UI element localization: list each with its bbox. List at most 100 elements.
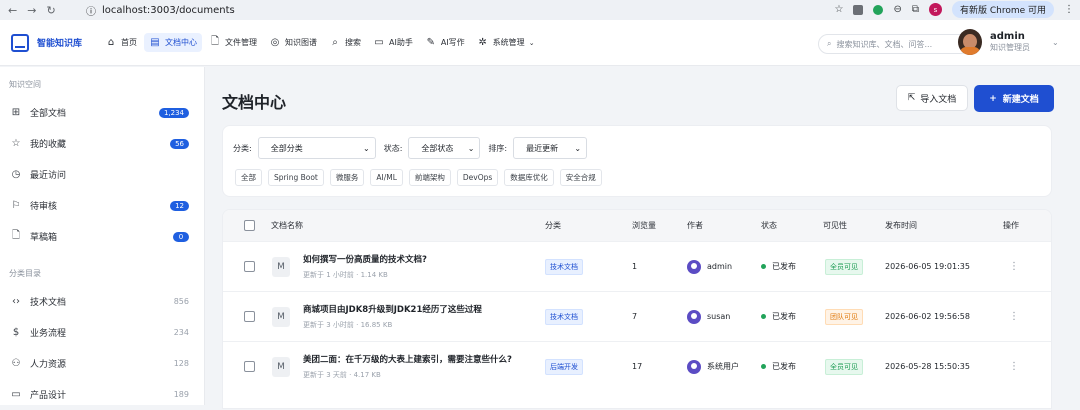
home-icon: ⌂ xyxy=(107,37,115,48)
nav-system[interactable]: ✲ 系统管理 ⌄ xyxy=(472,33,540,52)
doc-title[interactable]: 商城项目由JDK8升级到JDK21经历了这些过程 xyxy=(303,303,482,315)
row-checkbox[interactable] xyxy=(244,311,255,322)
extensions-puzzle-icon[interactable]: ⧉ xyxy=(912,4,919,15)
status-dot xyxy=(761,264,766,269)
status-select[interactable]: 全部状态 ⌄ xyxy=(408,137,481,159)
user-menu[interactable]: admin 知识管理员 ⌄ xyxy=(958,29,1059,55)
sidebar-item-pending-review[interactable]: ⚐ 待审核 12 xyxy=(0,190,204,221)
sidebar-item-favorites[interactable]: ☆ 我的收藏 56 xyxy=(0,128,204,159)
tag-chip[interactable]: 安全合规 xyxy=(559,169,602,186)
status-text: 已发布 xyxy=(772,312,796,321)
col-published[interactable]: 发布时间 xyxy=(885,210,917,241)
table-row[interactable]: M 商城项目由JDK8升级到JDK21经历了这些过程 更新于 3 小时前 · 1… xyxy=(223,291,1051,341)
tag-chip[interactable]: 前端架构 xyxy=(408,169,451,186)
chevron-down-icon: ⌄ xyxy=(574,143,582,153)
nav-ai-assistant[interactable]: ▭ AI助手 xyxy=(368,33,418,52)
markdown-file-icon: M xyxy=(272,356,290,377)
row-checkbox[interactable] xyxy=(244,261,255,272)
col-author[interactable]: 作者 xyxy=(687,210,703,241)
extension-icon[interactable]: ⊖ xyxy=(893,4,901,15)
row-checkbox[interactable] xyxy=(244,361,255,372)
nav-knowledge-graph[interactable]: ◎ 知识图谱 xyxy=(264,33,322,52)
visibility-badge: 团队可见 xyxy=(825,308,863,325)
category-tag: 后端开发 xyxy=(545,358,583,375)
user-name: admin xyxy=(990,31,1025,42)
doc-size: 16.85 KB xyxy=(360,321,393,329)
doc-title[interactable]: 如何撰写一份高质量的技术文档? xyxy=(303,253,427,265)
nav-files[interactable]: 🗋 文件管理 xyxy=(204,30,262,55)
search-placeholder: 搜索知识库、文档、问答... xyxy=(836,39,933,49)
import-icon: ⇱ xyxy=(907,93,916,103)
global-search-input[interactable]: ⌕ 搜索知识库、文档、问答... xyxy=(818,34,970,54)
sort-select[interactable]: 最近更新 ⌄ xyxy=(513,137,588,159)
reload-icon[interactable]: ↻ xyxy=(46,4,55,17)
col-name[interactable]: 文档名称 xyxy=(271,210,303,241)
chrome-update-button[interactable]: 有新版 Chrome 可用 xyxy=(951,1,1054,18)
forward-icon[interactable]: → xyxy=(27,4,36,17)
visibility-badge: 全员可见 xyxy=(825,358,863,375)
plus-icon: + xyxy=(989,93,997,104)
sidebar-item-recent[interactable]: ◷ 最近访问 xyxy=(0,159,204,190)
site-info-icon[interactable]: ⓘ xyxy=(86,3,96,18)
category-tag: 技术文档 xyxy=(545,258,583,275)
status-filter-label: 状态: xyxy=(383,143,403,153)
nav-home[interactable]: ⌂ 首页 xyxy=(100,33,142,52)
table-row[interactable]: M 如何撰写一份高质量的技术文档? 更新于 1 小时前 · 1.14 KB 技术… xyxy=(223,241,1051,291)
sidebar-item-product[interactable]: ▭ 产品设计 189 xyxy=(0,379,204,410)
bookmark-icon: ⚐ xyxy=(11,200,21,211)
import-button[interactable]: ⇱ 导入文档 xyxy=(896,85,968,111)
bookmark-star-icon[interactable]: ☆ xyxy=(834,4,843,15)
sidebar-item-drafts[interactable]: 🗋 草稿箱 0 xyxy=(0,221,204,252)
nav-documents[interactable]: ▤ 文档中心 xyxy=(144,33,202,52)
col-category[interactable]: 分类 xyxy=(545,210,561,241)
chevron-down-icon: ⌄ xyxy=(528,38,535,47)
back-icon[interactable]: ← xyxy=(8,4,17,17)
sidebar-item-all-docs[interactable]: ⊞ 全部文档 1,234 xyxy=(0,97,204,128)
tag-chip[interactable]: 数据库优化 xyxy=(504,169,554,186)
markdown-file-icon: M xyxy=(272,306,290,327)
app-name: 智能知识库 xyxy=(37,39,83,49)
publish-time: 2026-06-02 19:56:58 xyxy=(885,312,970,321)
col-views[interactable]: 浏览量 xyxy=(632,210,656,241)
doc-title[interactable]: 美团二面：在千万级的大表上建索引，需要注意些什么? xyxy=(303,353,512,365)
status-text: 已发布 xyxy=(772,362,796,371)
select-all-checkbox[interactable] xyxy=(244,220,255,231)
pen-icon: ✎ xyxy=(426,37,436,48)
tag-chip[interactable]: AI/ML xyxy=(370,169,403,186)
more-actions-icon[interactable]: ⋮ xyxy=(1009,361,1019,372)
status-dot xyxy=(761,364,766,369)
view-count: 1 xyxy=(632,262,638,271)
profile-avatar[interactable]: s xyxy=(928,3,942,16)
tag-chip[interactable]: 微服务 xyxy=(329,169,365,186)
new-document-button[interactable]: + 新建文档 xyxy=(974,85,1054,112)
sidebar: 知识空间 ⊞ 全部文档 1,234 ☆ 我的收藏 56 ◷ 最近访问 ⚐ 待审核 12 🗋 草稿… xyxy=(0,67,205,405)
tag-chip[interactable]: DevOps xyxy=(456,169,499,186)
tag-chip[interactable]: 全部 xyxy=(235,169,262,186)
col-status[interactable]: 状态 xyxy=(761,210,777,241)
top-nav: ⌂ 首页 ▤ 文档中心 🗋 文件管理 ◎ 知识图谱 ⌕ 搜索 ▭ AI助手 ✎ AI写作 ✲ 系… xyxy=(100,30,540,55)
address-bar[interactable]: ⓘ localhost:3003/documents xyxy=(86,2,235,18)
col-visibility[interactable]: 可见性 xyxy=(823,210,847,241)
table-row[interactable]: M 美团二面：在千万级的大表上建索引，需要注意些什么? 更新于 3 天前 · 4… xyxy=(223,341,1051,391)
count-badge: 56 xyxy=(170,138,189,149)
tag-chips: 全部 Spring Boot 微服务 AI/ML 前端架构 DevOps 数据库… xyxy=(235,169,602,186)
category-tag: 技术文档 xyxy=(545,308,583,325)
doc-size: 4.17 KB xyxy=(353,371,381,379)
more-actions-icon[interactable]: ⋮ xyxy=(1009,311,1019,322)
tag-chip[interactable]: Spring Boot xyxy=(268,169,324,186)
extension-icon[interactable] xyxy=(853,4,864,15)
count-label: 234 xyxy=(173,328,189,337)
extension-icon[interactable] xyxy=(873,4,884,15)
more-icon[interactable]: ⋮ xyxy=(1064,4,1074,15)
chat-icon: ▭ xyxy=(374,37,384,48)
nav-search[interactable]: ⌕ 搜索 xyxy=(324,33,366,52)
sidebar-item-hr[interactable]: ⚇ 人力资源 128 xyxy=(0,348,204,379)
category-select[interactable]: 全部分类 ⌄ xyxy=(257,137,376,159)
sidebar-item-tech-docs[interactable]: ‹› 技术文档 856 xyxy=(0,286,204,317)
more-actions-icon[interactable]: ⋮ xyxy=(1009,261,1019,272)
doc-updated: 更新于 3 天前 xyxy=(303,371,347,379)
app-logo[interactable]: 智能知识库 xyxy=(0,33,98,52)
count-badge: 1,234 xyxy=(158,107,189,118)
sidebar-item-business[interactable]: $ 业务流程 234 xyxy=(0,317,204,348)
nav-ai-writing[interactable]: ✎ AI写作 xyxy=(420,33,470,52)
